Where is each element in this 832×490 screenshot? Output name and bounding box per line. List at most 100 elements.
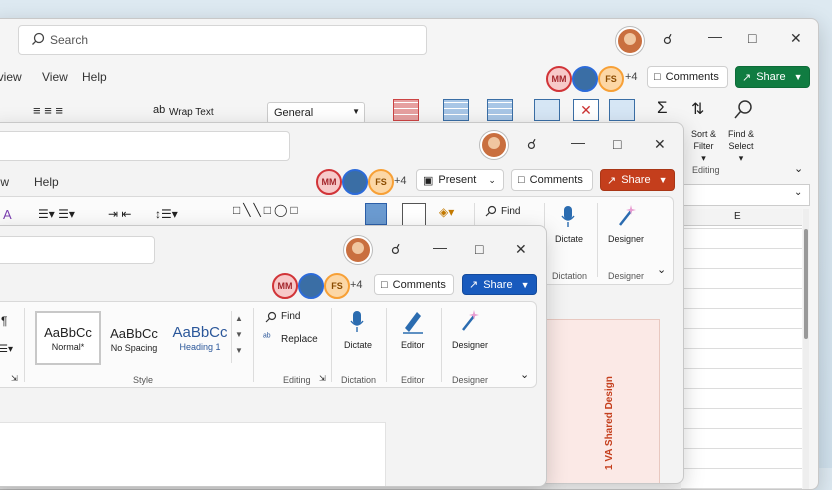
editor-label[interactable]: Editor: [401, 340, 425, 350]
editor-icon[interactable]: [401, 308, 425, 337]
dialog-launcher-icon[interactable]: ⇲: [11, 374, 18, 383]
minimize-button[interactable]: —: [433, 240, 447, 254]
find-select-icon[interactable]: [733, 99, 753, 124]
maximize-button[interactable]: □: [475, 242, 483, 256]
chevron-down-icon[interactable]: ⌄: [794, 162, 803, 175]
search-input[interactable]: [0, 131, 290, 161]
maximize-button[interactable]: □: [613, 137, 621, 151]
microphone-icon[interactable]: [560, 205, 576, 232]
search-input[interactable]: [0, 236, 155, 264]
designer-icon[interactable]: [617, 203, 637, 230]
megaphone-icon[interactable]: ☌: [527, 137, 536, 151]
style-heading-1[interactable]: AaBbCc Heading 1: [167, 313, 233, 363]
find-label[interactable]: Find: [501, 206, 520, 217]
collaborator-mm[interactable]: MM: [546, 66, 572, 92]
search-input[interactable]: Search: [18, 25, 427, 55]
search-icon[interactable]: [265, 311, 277, 326]
microphone-icon[interactable]: [349, 310, 365, 337]
format-table-icon[interactable]: [443, 99, 469, 121]
shape-fill-icon[interactable]: ◈▾: [439, 205, 454, 219]
format-cells-icon[interactable]: [609, 99, 635, 121]
column-header-e[interactable]: E: [734, 211, 741, 222]
collaborators-more[interactable]: +4: [350, 279, 363, 291]
sort-filter-icon[interactable]: ⇅: [691, 99, 704, 119]
sort-filter-label[interactable]: Sort & Filter ▾: [691, 128, 716, 164]
quick-styles-icon[interactable]: [402, 203, 426, 227]
avatar[interactable]: [480, 131, 508, 159]
chevron-down-icon[interactable]: ⌄: [657, 263, 666, 276]
comments-button[interactable]: □ Comments: [511, 169, 593, 191]
comments-button[interactable]: □ Comments: [374, 274, 454, 295]
number-format-select[interactable]: General ▼: [267, 102, 365, 124]
document-page[interactable]: [0, 422, 386, 486]
collaborator-fs[interactable]: FS: [324, 273, 350, 299]
present-button[interactable]: ▣ Present ⌄: [416, 169, 504, 191]
dictate-label[interactable]: Dictate: [344, 340, 372, 350]
wrap-text-icon[interactable]: ab: [153, 104, 165, 116]
borders-icon[interactable]: ☰▾: [0, 344, 13, 355]
conditional-format-icon[interactable]: [393, 99, 419, 121]
collaborator-fs[interactable]: FS: [368, 169, 394, 195]
tab-help[interactable]: Help: [34, 175, 59, 189]
bullets-icon[interactable]: ☰▾ ☰▾: [38, 207, 75, 221]
search-icon[interactable]: [485, 205, 497, 220]
chevron-down-icon[interactable]: ⌄: [794, 187, 802, 198]
comments-button[interactable]: □ Comments: [647, 66, 728, 88]
megaphone-icon[interactable]: ☌: [391, 242, 400, 256]
style-normal[interactable]: AaBbCc Normal*: [35, 311, 101, 365]
avatar[interactable]: [616, 27, 644, 55]
style-no-spacing[interactable]: AaBbCc No Spacing: [101, 313, 167, 363]
share-button[interactable]: ↗ Share ▼: [462, 274, 537, 295]
collaborator-fs[interactable]: FS: [598, 66, 624, 92]
share-button[interactable]: ↗ Share ▼: [735, 66, 810, 88]
close-button[interactable]: ✕: [515, 242, 527, 256]
find-select-label[interactable]: Find & Select ▾: [728, 128, 754, 164]
spreadsheet-grid[interactable]: E: [681, 209, 802, 489]
text-effects-icon[interactable]: A: [3, 207, 12, 222]
align-icon[interactable]: ≡ ≡ ≡: [33, 103, 63, 118]
wrap-text-label[interactable]: Wrap Text: [169, 107, 214, 118]
line-spacing-icon[interactable]: ↕☰▾: [155, 207, 178, 221]
slide-canvas[interactable]: 1 VA Shared Design: [543, 319, 660, 483]
share-button[interactable]: ↗ Share ▼: [600, 169, 675, 191]
paragraph-mark-icon[interactable]: ¶: [1, 314, 7, 328]
tab-view[interactable]: iew: [0, 175, 9, 189]
designer-icon[interactable]: [460, 308, 480, 335]
collaborator-mm[interactable]: MM: [272, 273, 298, 299]
insert-cells-icon[interactable]: [534, 99, 560, 121]
designer-label[interactable]: Designer: [452, 340, 488, 350]
arrange-icon[interactable]: [365, 203, 387, 225]
collaborator-avatar[interactable]: [298, 273, 324, 299]
minimize-button[interactable]: —: [708, 29, 722, 43]
tab-review[interactable]: eview: [0, 70, 22, 84]
replace-label[interactable]: Replace: [281, 334, 318, 345]
close-button[interactable]: ✕: [654, 137, 666, 151]
delete-cells-icon[interactable]: ✕: [573, 99, 599, 121]
styles-scroll[interactable]: ▲ ▼ ▼: [231, 311, 246, 363]
dialog-launcher-icon[interactable]: ⇲: [319, 374, 326, 383]
scrollbar-thumb[interactable]: [804, 229, 808, 339]
formula-bar[interactable]: [681, 184, 810, 206]
tab-view[interactable]: View: [42, 70, 68, 84]
slide-title[interactable]: 1 VA Shared Design: [604, 376, 615, 470]
collaborator-avatar[interactable]: [342, 169, 368, 195]
collaborator-mm[interactable]: MM: [316, 169, 342, 195]
maximize-button[interactable]: □: [748, 31, 756, 45]
chevron-down-icon[interactable]: ⌄: [520, 368, 529, 381]
dictate-label[interactable]: Dictate: [555, 234, 583, 244]
collaborators-more[interactable]: +4: [625, 71, 638, 83]
sum-icon[interactable]: Σ: [657, 98, 668, 118]
cell-styles-icon[interactable]: [487, 99, 513, 121]
collaborators-more[interactable]: +4: [394, 175, 407, 187]
shapes-gallery[interactable]: □╲╲□◯□: [233, 203, 345, 227]
replace-icon[interactable]: ᵃᵇ: [263, 332, 271, 343]
indent-icon[interactable]: ⇥ ⇤: [108, 207, 131, 221]
minimize-button[interactable]: —: [571, 135, 585, 149]
tab-help[interactable]: Help: [82, 70, 107, 84]
close-button[interactable]: ✕: [790, 31, 802, 45]
megaphone-icon[interactable]: ☌: [663, 32, 672, 46]
avatar[interactable]: [344, 236, 372, 264]
collaborator-avatar[interactable]: [572, 66, 598, 92]
designer-label[interactable]: Designer: [608, 234, 644, 244]
find-label[interactable]: Find: [281, 311, 300, 322]
